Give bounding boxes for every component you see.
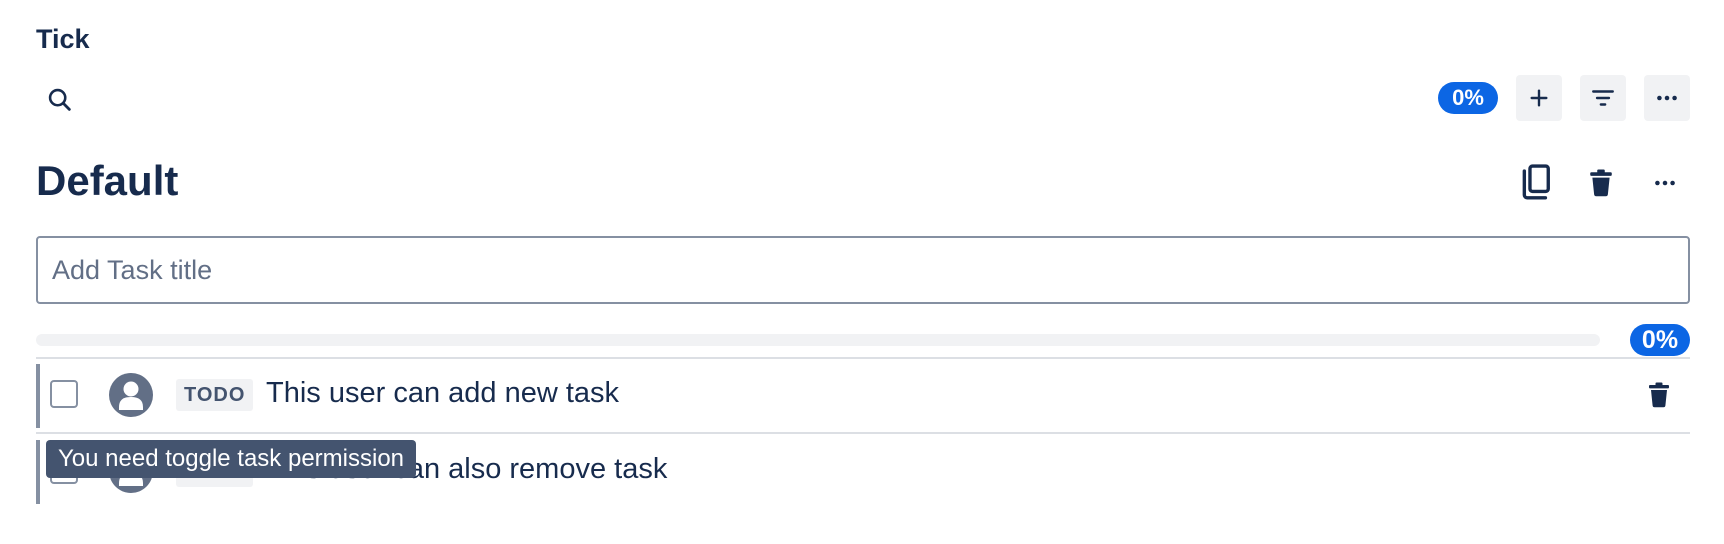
filter-icon	[1592, 90, 1614, 106]
task-status-bar	[36, 440, 40, 504]
copy-list-button[interactable]	[1516, 162, 1558, 204]
task-status-bar	[36, 364, 40, 428]
list-progress-bar	[36, 334, 1600, 346]
list-actions	[1516, 162, 1686, 204]
delete-task-button[interactable]	[1638, 374, 1680, 416]
more-horizontal-icon	[1655, 180, 1675, 186]
add-list-button[interactable]	[1516, 75, 1562, 121]
search-button[interactable]	[40, 80, 80, 120]
app-name: Tick	[36, 24, 90, 54]
task-checkbox[interactable]	[50, 380, 78, 408]
divider	[36, 432, 1690, 434]
overall-progress-badge: 0%	[1438, 82, 1498, 114]
user-avatar-icon[interactable]	[108, 372, 154, 418]
list-progress-badge: 0%	[1630, 324, 1690, 356]
filter-button[interactable]	[1580, 75, 1626, 121]
task-title[interactable]: This user can add new task	[266, 377, 619, 410]
task-status-lozenge: TODO	[176, 379, 254, 411]
task-row[interactable]: TODO This user can add new task	[36, 360, 1690, 432]
more-options-button[interactable]	[1644, 75, 1690, 121]
list-title: Default	[36, 157, 179, 204]
search-icon	[48, 88, 71, 111]
delete-list-button[interactable]	[1580, 162, 1622, 204]
permission-tooltip: You need toggle task permission	[46, 440, 417, 478]
trash-icon	[1590, 169, 1612, 197]
trash-icon	[1649, 382, 1669, 408]
plus-icon	[1530, 89, 1548, 107]
more-horizontal-icon	[1657, 95, 1677, 101]
copy-icon	[1522, 164, 1550, 200]
top-actions: 0%	[1438, 75, 1690, 121]
list-more-button[interactable]	[1644, 162, 1686, 204]
divider	[36, 357, 1690, 359]
add-task-input[interactable]	[36, 236, 1690, 304]
